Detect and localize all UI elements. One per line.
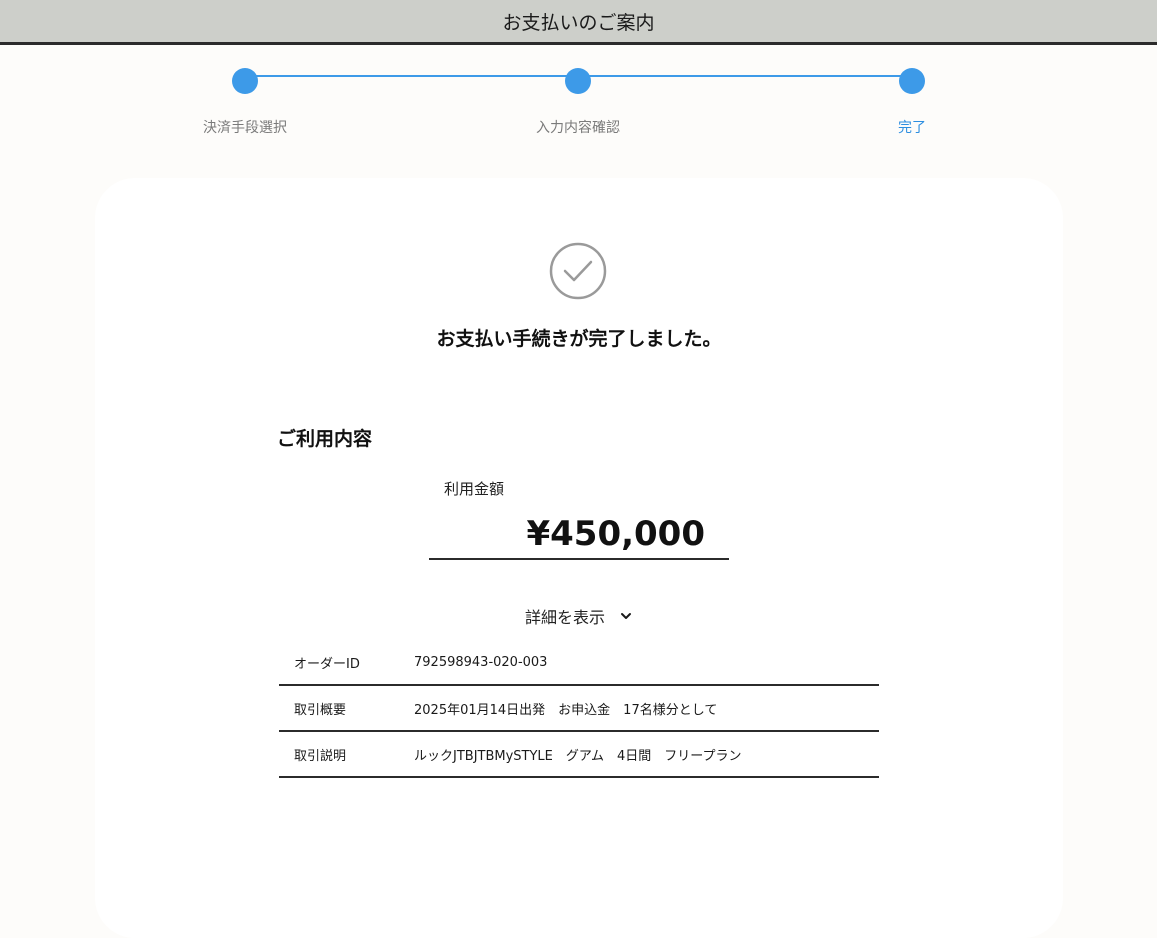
detail-key-order-id: オーダーID	[279, 640, 414, 686]
table-row: オーダーID 792598943-020-003	[279, 640, 879, 686]
step-label-payment-method: 決済手段選択	[203, 120, 287, 136]
usage-section-title: ご利用内容	[277, 428, 373, 450]
step-label-confirm: 入力内容確認	[536, 120, 620, 136]
step-dot-3	[899, 68, 925, 94]
details-table: オーダーID 792598943-020-003 取引概要 2025年01月14…	[279, 640, 879, 778]
detail-key-summary: 取引概要	[279, 685, 414, 732]
chevron-down-icon	[621, 613, 631, 619]
table-row: 取引概要 2025年01月14日出発 お申込金 17名様分として	[279, 685, 879, 732]
completion-card: お支払い手続きが完了しました。 ご利用内容 利用金額 ¥450,000 詳細を表…	[95, 178, 1063, 938]
step-dot-1	[232, 68, 258, 94]
show-details-toggle[interactable]: 詳細を表示	[95, 604, 1063, 628]
detail-value-summary: 2025年01月14日出発 お申込金 17名様分として	[414, 685, 879, 732]
detail-value-description: ルックJTBJTBMySTYLE グアム 4日間 フリープラン	[414, 731, 879, 778]
amount-value: ¥450,000	[429, 508, 729, 560]
detail-key-description: 取引説明	[279, 731, 414, 778]
amount-label: 利用金額	[444, 480, 505, 498]
step-connector-1	[245, 75, 578, 77]
table-row: 取引説明 ルックJTBJTBMySTYLE グアム 4日間 フリープラン	[279, 731, 879, 778]
progress-stepper: 決済手段選択 入力内容確認 完了	[0, 45, 1157, 165]
step-dot-2	[565, 68, 591, 94]
completion-message: お支払い手続きが完了しました。	[436, 328, 722, 350]
show-details-label: 詳細を表示	[524, 608, 605, 627]
step-connector-2	[578, 75, 912, 77]
step-label-complete: 完了	[898, 120, 926, 136]
check-circle-icon	[549, 242, 607, 300]
page-title: お支払いのご案内	[502, 11, 655, 34]
page-header: お支払いのご案内	[0, 0, 1157, 45]
detail-value-order-id: 792598943-020-003	[414, 640, 879, 686]
